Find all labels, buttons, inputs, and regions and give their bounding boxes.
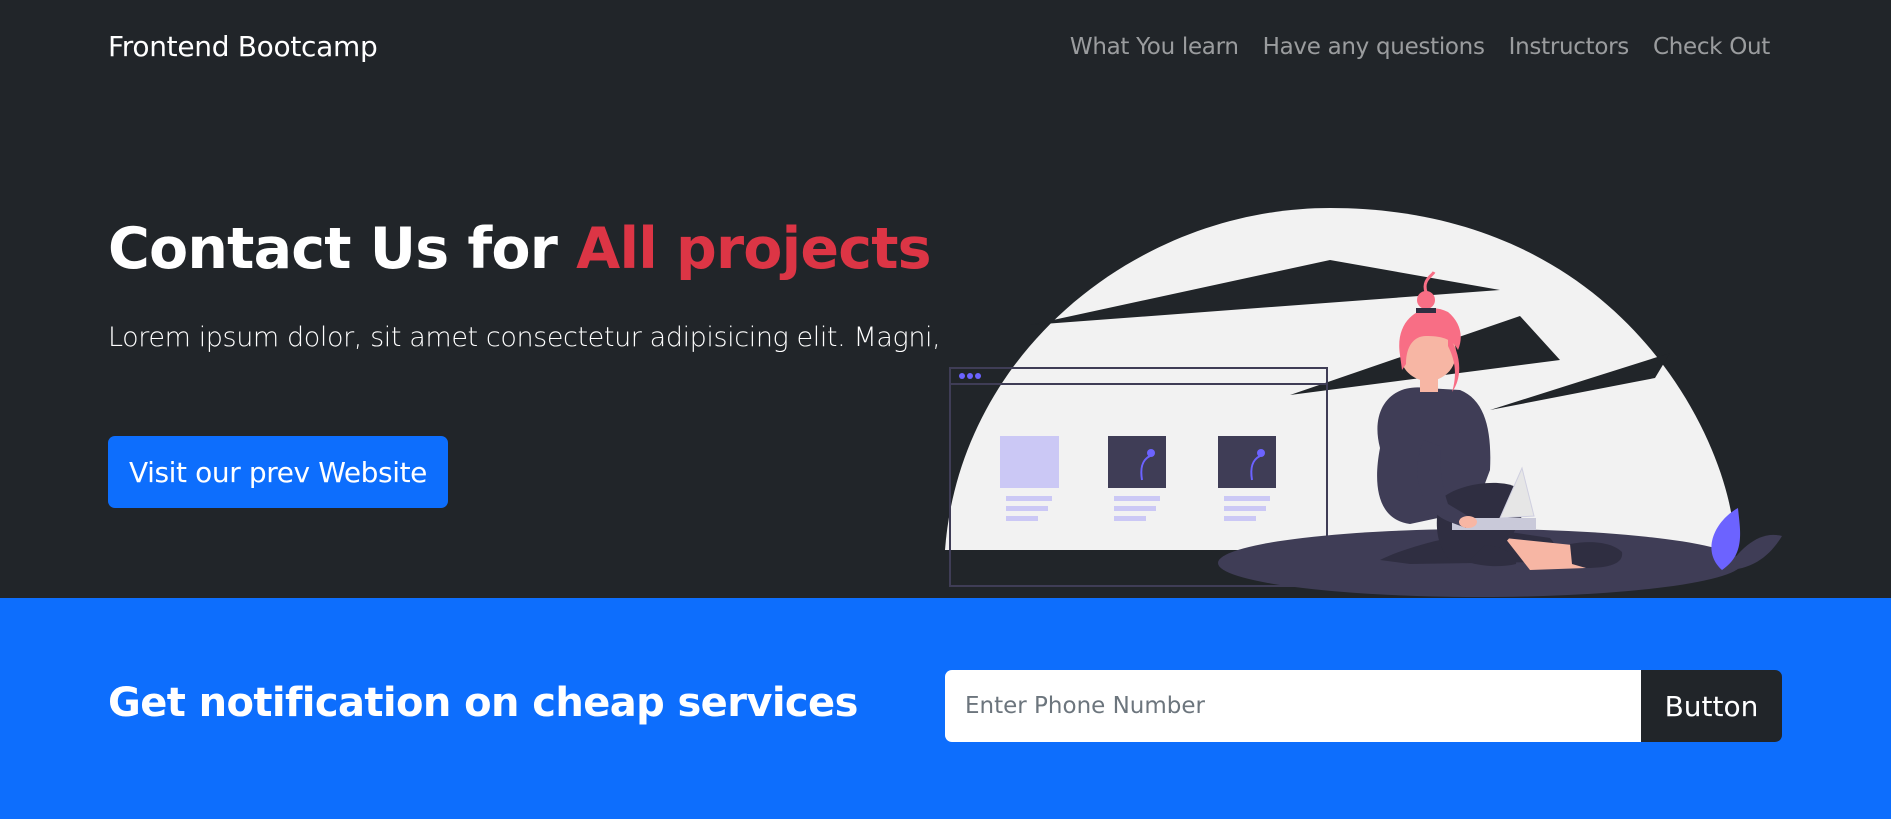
phone-number-input[interactable]	[945, 670, 1641, 742]
plant-dot-2	[1147, 449, 1155, 457]
nav-link-what-you-learn[interactable]: What You learn	[1070, 34, 1239, 60]
window-dot-3	[975, 373, 981, 379]
brand-logo-link[interactable]: Frontend Bootcamp	[108, 30, 378, 63]
card-image-2	[1108, 436, 1166, 488]
nav-links: What You learn Have any questions Instru…	[1070, 34, 1770, 60]
newsletter-section: Get notification on cheap services Butto…	[0, 598, 1891, 819]
person-with-laptop-illustration	[940, 208, 1790, 600]
navbar: Frontend Bootcamp What You learn Have an…	[0, 0, 1891, 100]
hero-title: Contact Us for All projects	[108, 216, 932, 282]
hero-title-accent: All projects	[576, 216, 931, 282]
newsletter-title: Get notification on cheap services	[108, 680, 858, 726]
plant-dot-3	[1257, 449, 1265, 457]
notify-submit-button[interactable]: Button	[1641, 670, 1782, 742]
visit-website-button[interactable]: Visit our prev Website	[108, 436, 448, 508]
nav-link-check-out[interactable]: Check Out	[1653, 34, 1770, 60]
phone-input-group: Button	[945, 670, 1782, 742]
card-image-3	[1218, 436, 1276, 488]
window-dot-1	[959, 373, 965, 379]
window-dot-2	[967, 373, 973, 379]
card-image-1	[1000, 436, 1059, 488]
nav-link-instructors[interactable]: Instructors	[1509, 34, 1630, 60]
nav-link-questions[interactable]: Have any questions	[1263, 34, 1485, 60]
hero-title-main: Contact Us for	[108, 216, 577, 282]
hero-section: Contact Us for All projects Lorem ipsum …	[0, 100, 1891, 600]
hero-lead-text: Lorem ipsum dolor, sit amet consectetur …	[108, 322, 941, 353]
